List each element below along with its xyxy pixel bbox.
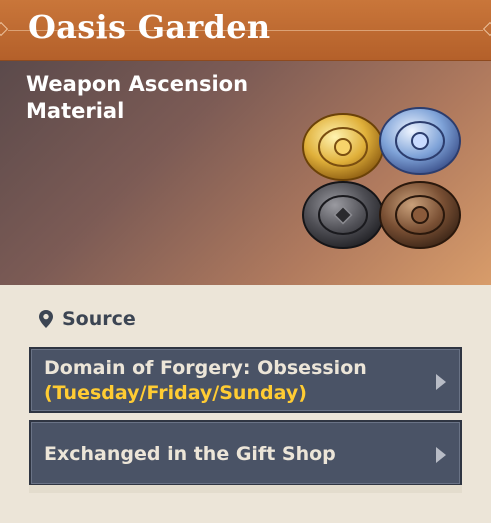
item-card: Oasis Garden Weapon Ascension Material S… bbox=[0, 0, 491, 523]
source-item-schedule: (Tuesday/Friday/Sunday) bbox=[44, 382, 307, 404]
item-type-line-1: Weapon Ascension bbox=[26, 72, 249, 96]
source-item-text: Domain of Forgery: Obsession (Tuesday/Fr… bbox=[44, 356, 367, 406]
source-item-label: Domain of Forgery: Obsession bbox=[44, 357, 367, 379]
gold-oasis-icon bbox=[302, 113, 384, 181]
source-section: Source Domain of Forgery: Obsession (Tue… bbox=[0, 285, 491, 523]
item-type: Weapon Ascension Material bbox=[26, 71, 286, 125]
diamond-ornament-right bbox=[482, 21, 491, 37]
header-bar: Oasis Garden bbox=[0, 0, 491, 61]
item-type-line-2: Material bbox=[26, 99, 125, 123]
list-bottom-edge bbox=[29, 485, 462, 493]
brown-oasis-icon bbox=[379, 181, 461, 249]
source-item-label: Exchanged in the Gift Shop bbox=[44, 443, 336, 465]
source-item-domain[interactable]: Domain of Forgery: Obsession (Tuesday/Fr… bbox=[29, 347, 462, 413]
chevron-right-icon bbox=[436, 447, 446, 463]
diamond-ornament-left bbox=[0, 21, 9, 37]
source-item-gift-shop[interactable]: Exchanged in the Gift Shop bbox=[29, 420, 462, 486]
blue-oasis-icon bbox=[379, 107, 461, 175]
chevron-right-icon bbox=[436, 374, 446, 390]
oasis-garden-material-icons bbox=[302, 107, 461, 249]
location-pin-icon bbox=[39, 310, 53, 328]
hero-area: Weapon Ascension Material bbox=[0, 61, 491, 285]
dark-oasis-icon bbox=[302, 181, 384, 249]
source-heading-label: Source bbox=[62, 308, 136, 330]
item-title: Oasis Garden bbox=[28, 8, 271, 46]
source-heading: Source bbox=[38, 308, 136, 330]
